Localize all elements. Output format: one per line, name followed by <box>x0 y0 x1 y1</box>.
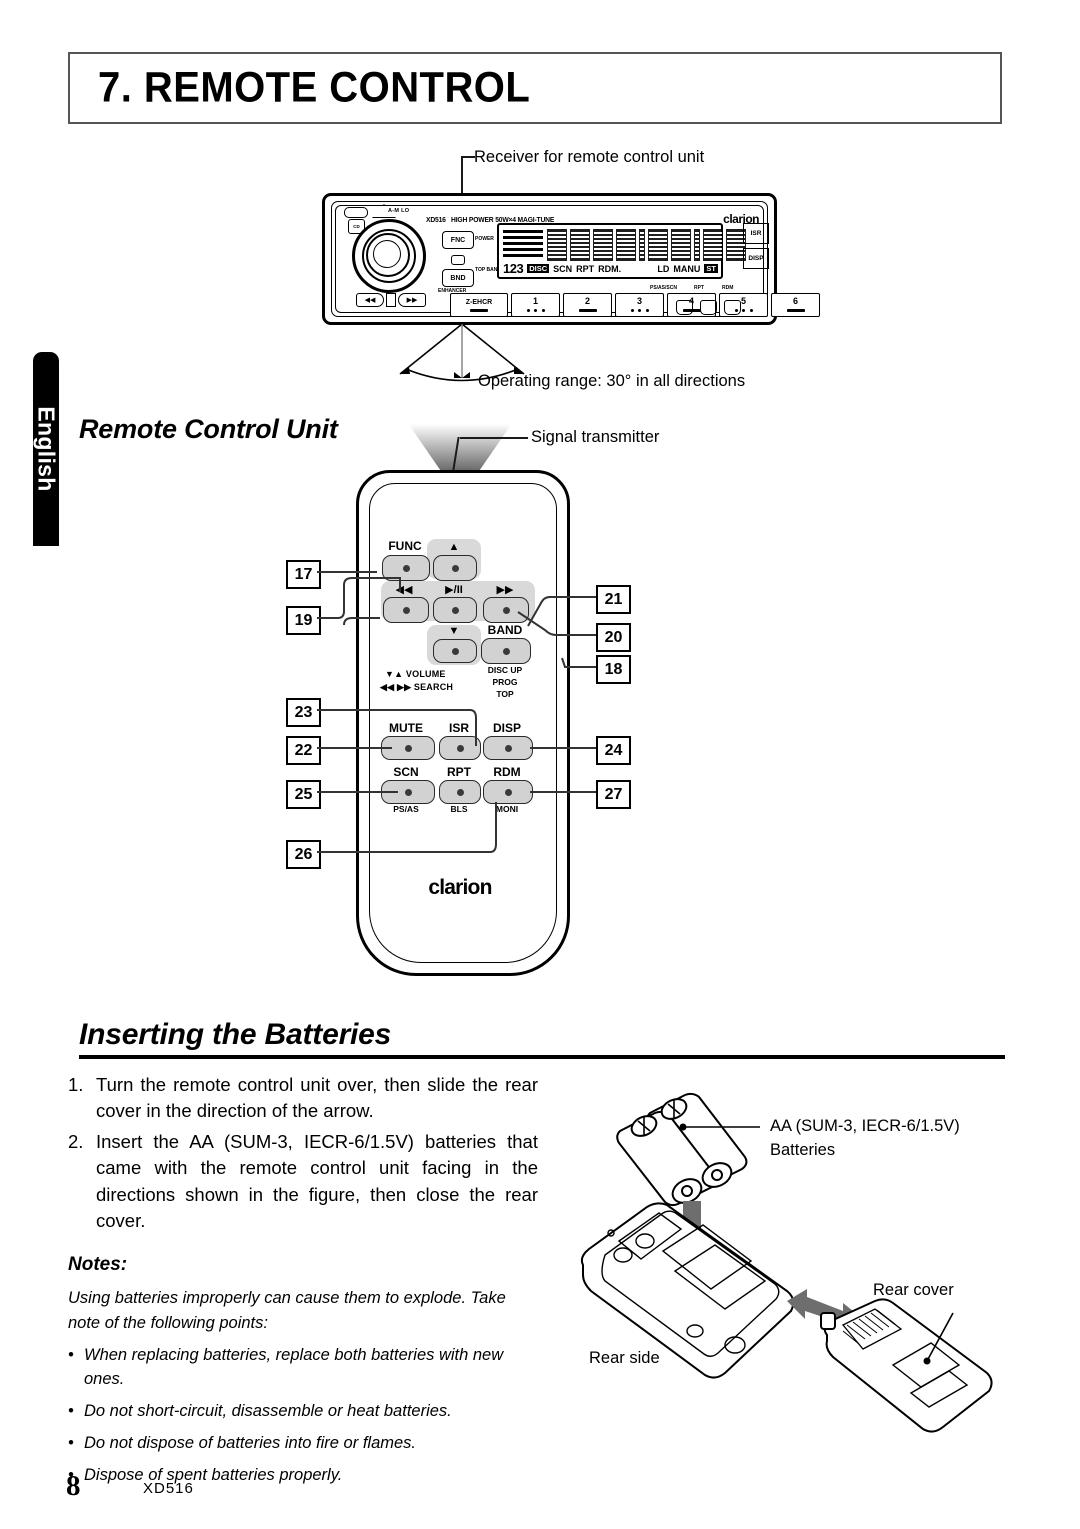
model-text: XD516 <box>426 215 446 224</box>
notes-body: Using batteries improperly can cause the… <box>68 1286 528 1487</box>
extra-button-2[interactable] <box>700 300 717 315</box>
note-bullet: • Do not dispose of batteries into fire … <box>68 1431 528 1456</box>
receiver-leader-horizontal <box>461 156 475 158</box>
rear-cover-label: Rear cover <box>873 1281 954 1299</box>
rpt-label: RPT <box>694 285 704 291</box>
extra-button-1[interactable] <box>676 300 693 315</box>
lcd-ld-indicator: LD <box>657 263 670 274</box>
fnc-button[interactable]: FNC <box>442 231 474 249</box>
note-text: Do not short-circuit, disassemble or hea… <box>84 1402 452 1420</box>
remote-control-unit-heading: Remote Control Unit <box>79 414 338 444</box>
seek-divider <box>386 293 396 307</box>
bullet-marker: • <box>68 1402 74 1420</box>
page-title: 7. REMOTE CONTROL <box>98 63 531 112</box>
note-bullet: • When replacing batteries, replace both… <box>68 1343 528 1393</box>
chapter-title-box: 7. REMOTE CONTROL <box>68 52 1002 124</box>
page-number: 8 <box>66 1470 81 1502</box>
step-item: 2. Insert the AA (SUM-3, IECR-6/1.5V) ba… <box>68 1129 538 1235</box>
lcd-indicator-row: 123 DISC SCN RPT RDM. LD MANU ST <box>503 261 718 276</box>
lcd-st-indicator: ST <box>704 264 718 273</box>
am-lo-label: A-M LO <box>388 208 410 214</box>
step-number: 1. <box>68 1074 84 1095</box>
battery-diagram-svg <box>580 1092 993 1433</box>
z-enhancer-button[interactable]: Z-EHCR <box>450 293 508 317</box>
extra-button-3[interactable] <box>724 300 741 315</box>
note-bullet: • Dispose of spent batteries properly. <box>68 1463 528 1488</box>
head-unit-isr-button[interactable]: ISR <box>743 223 769 244</box>
lcd-rpt-indicator: RPT <box>576 263 595 274</box>
ps-as-scn-label: PS/AS/SCN <box>650 285 677 291</box>
notes-intro: Using batteries improperly can cause the… <box>68 1289 506 1332</box>
instruction-steps: 1. Turn the remote control unit over, th… <box>68 1072 538 1239</box>
inserting-batteries-heading: Inserting the Batteries <box>79 1018 392 1051</box>
signal-transmitter-leader <box>460 437 528 439</box>
rotary-knob-center <box>373 240 401 268</box>
extra-button-row <box>676 300 741 315</box>
head-unit-disp-button[interactable]: DISP <box>743 248 769 269</box>
side-tab-label: English <box>33 406 60 492</box>
head-unit-illustration: CD A-M LO XD516 HIGH POWER 50W×4 MAGI-TU… <box>322 193 820 325</box>
manual-page: 7. REMOTE CONTROL English Receiver for r… <box>0 0 1080 1529</box>
preset-button-row: Z-EHCR 1 2 3 4 5 6 <box>450 293 820 317</box>
step-text: Insert the AA (SUM-3, IECR-6/1.5V) batte… <box>96 1130 538 1232</box>
preset-button-6[interactable]: 6 <box>771 293 820 317</box>
lcd-disc-indicator: DISC <box>527 264 550 273</box>
heading-rule <box>79 1055 1005 1059</box>
footer-model: XD516 <box>143 1480 194 1497</box>
seek-down-button[interactable]: ◀◀ <box>356 293 384 307</box>
notes-heading: Notes: <box>68 1254 128 1275</box>
lcd-scn-indicator: SCN <box>553 263 573 274</box>
lcd-rdm-indicator: RDM. <box>598 263 622 274</box>
signal-beam-graphic <box>408 424 512 476</box>
note-text: Do not dispose of batteries into fire or… <box>84 1433 416 1452</box>
lcd-manu-indicator: MANU <box>673 263 701 274</box>
directional-pad[interactable] <box>447 251 467 267</box>
bnd-button[interactable]: BND <box>442 269 474 287</box>
z-enhancer-label: Z-EHCR <box>465 299 493 306</box>
signal-transmitter-caption: Signal transmitter <box>531 428 660 446</box>
step-number: 2. <box>68 1130 84 1152</box>
lcd-segment-digits <box>547 229 746 261</box>
language-side-tab: English <box>33 352 59 546</box>
preset-button-3[interactable]: 3 <box>615 293 664 317</box>
preset-button-1[interactable]: 1 <box>511 293 560 317</box>
note-bullet: • Do not short-circuit, disassemble or h… <box>68 1399 528 1424</box>
note-text: When replacing batteries, replace both b… <box>84 1345 504 1389</box>
battery-insertion-diagram: AA (SUM-3, IECR-6/1.5V) Batteries Rear c… <box>575 1085 1005 1445</box>
lcd-display: 123 DISC SCN RPT RDM. LD MANU ST <box>497 223 746 279</box>
batteries-label-line2: Batteries <box>770 1141 836 1159</box>
bullet-marker: • <box>68 1345 74 1364</box>
power-label: POWER <box>475 236 494 242</box>
operating-range-caption: Operating range: 30° in all directions <box>478 372 746 390</box>
step-item: 1. Turn the remote control unit over, th… <box>68 1072 538 1125</box>
batteries-label-line1: AA (SUM-3, IECR-6/1.5V) <box>770 1117 960 1135</box>
rdm-label: RDM <box>722 285 734 291</box>
bullet-marker: • <box>68 1433 74 1452</box>
lcd-equalizer-icon <box>503 228 543 260</box>
lcd-disc-numbers: 123 <box>503 261 524 276</box>
step-text: Turn the remote control unit over, then … <box>96 1074 538 1122</box>
remote-brand-logo: clarion <box>428 876 492 899</box>
seek-up-button[interactable]: ▶▶ <box>398 293 426 307</box>
eject-tab <box>344 207 368 218</box>
receiver-caption: Receiver for remote control unit <box>474 148 705 166</box>
preset-button-2[interactable]: 2 <box>563 293 612 317</box>
rear-side-label: Rear side <box>589 1349 660 1367</box>
callout-leader-lines <box>317 571 596 853</box>
